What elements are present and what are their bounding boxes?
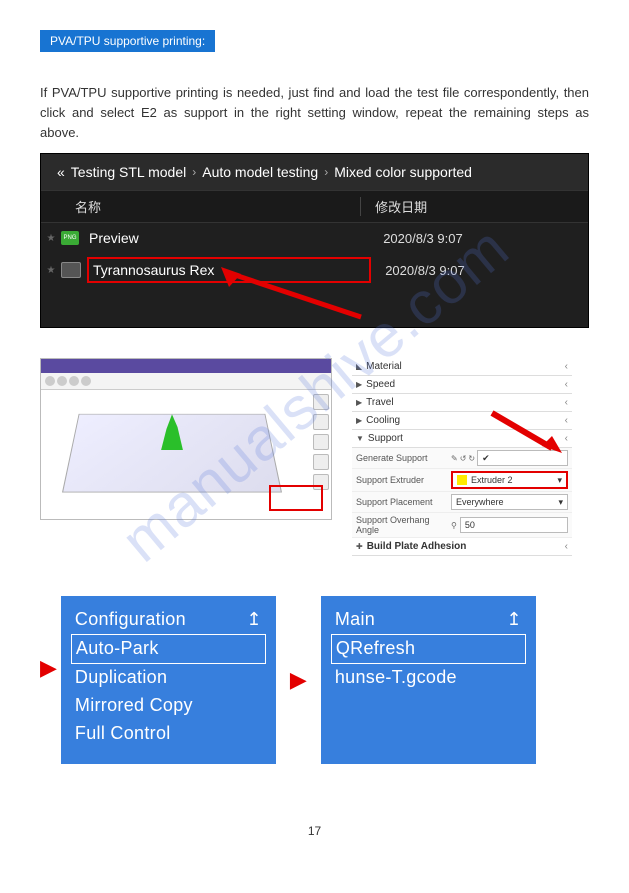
chevron-icon: › — [192, 165, 196, 179]
tool-button[interactable] — [45, 376, 55, 386]
menu-item-blank — [335, 692, 522, 720]
prop-label: Support Overhang Angle — [356, 515, 451, 535]
up-icon: ↥ — [247, 606, 262, 634]
overhang-angle-input[interactable]: 50 — [460, 517, 568, 533]
section-adhesion[interactable]: ✚Build Plate Adhesion‹ — [352, 538, 572, 556]
section-title: PVA/TPU supportive printing: — [40, 30, 215, 52]
menu-header[interactable]: Configuration ↥ — [75, 606, 262, 634]
prop-support-extruder: Support Extruder Extruder 2▾ — [352, 469, 572, 492]
printer-menu-left[interactable]: Configuration ↥ Auto-Park Duplication Mi… — [61, 596, 276, 763]
breadcrumb[interactable]: « Testing STL model › Auto model testing… — [41, 154, 588, 190]
printer-menu-right[interactable]: Main ↥ QRefresh hunse-T.gcode — [321, 596, 536, 763]
breadcrumb-part-2[interactable]: Mixed color supported — [334, 164, 472, 180]
column-date[interactable]: 修改日期 — [361, 197, 588, 216]
support-placement-select[interactable]: Everywhere▾ — [451, 494, 568, 510]
tool-button[interactable] — [57, 376, 67, 386]
slicer-side-tools — [313, 394, 327, 490]
slicer-settings-panel: ◣Material‹ ▶Speed‹ ▶Travel‹ ▶Cooling‹ ▼S… — [352, 358, 572, 556]
menu-header[interactable]: Main ↥ — [335, 606, 522, 634]
side-tool-button[interactable] — [313, 454, 329, 470]
column-name[interactable]: 名称 — [41, 197, 361, 216]
tool-button[interactable] — [69, 376, 79, 386]
section-material[interactable]: ◣Material‹ — [352, 358, 572, 376]
link-icon[interactable]: ⚲ — [451, 521, 457, 530]
section-speed[interactable]: ▶Speed‹ — [352, 376, 572, 394]
highlight-box — [269, 485, 323, 511]
color-swatch-icon — [457, 475, 467, 485]
slicer-toolbar[interactable] — [41, 373, 331, 390]
file-name[interactable]: Preview — [85, 227, 369, 249]
side-tool-button[interactable] — [313, 414, 329, 430]
file-browser: « Testing STL model › Auto model testing… — [40, 153, 589, 328]
page-number: 17 — [40, 824, 589, 838]
menu-item-auto-park[interactable]: Auto-Park — [71, 634, 266, 664]
png-icon: PNG — [61, 231, 79, 245]
menu-item-gcode[interactable]: hunse-T.gcode — [335, 664, 522, 692]
prop-support-overhang: Support Overhang Angle ⚲ 50 — [352, 513, 572, 538]
intro-paragraph: If PVA/TPU supportive printing is needed… — [40, 83, 589, 143]
menu-item-full-control[interactable]: Full Control — [75, 720, 262, 748]
up-icon: ↥ — [506, 606, 521, 634]
window-titlebar — [41, 359, 331, 373]
breadcrumb-part-1[interactable]: Auto model testing — [202, 164, 318, 180]
breadcrumb-part-0[interactable]: Testing STL model — [71, 164, 186, 180]
side-tool-button[interactable] — [313, 394, 329, 410]
menu-item-mirrored-copy[interactable]: Mirrored Copy — [75, 692, 262, 720]
file-date: 2020/8/3 9:07 — [371, 263, 465, 278]
slicer-viewport[interactable] — [40, 358, 332, 520]
pin-icon: ★ — [41, 233, 61, 244]
printer-menu-row: ▶ Configuration ↥ Auto-Park Duplication … — [40, 596, 589, 763]
prop-label: Support Placement — [356, 497, 451, 507]
file-date: 2020/8/3 9:07 — [369, 231, 463, 246]
prop-label: Support Extruder — [356, 475, 451, 485]
tool-button[interactable] — [81, 376, 91, 386]
prop-label: Generate Support — [356, 453, 451, 463]
chevron-icon: › — [324, 165, 328, 179]
menu-item-duplication[interactable]: Duplication — [75, 664, 262, 692]
file-column-headers: 名称 修改日期 — [41, 190, 588, 223]
callout-arrow — [41, 287, 588, 327]
pointer-icon: ▶ — [290, 667, 307, 693]
file-row[interactable]: ★ PNG Preview 2020/8/3 9:07 — [41, 223, 588, 253]
breadcrumb-prefix: « — [57, 164, 65, 180]
side-tool-button[interactable] — [313, 434, 329, 450]
prop-action-icons[interactable]: ✎↺↻ — [451, 454, 475, 463]
pointer-icon: ▶ — [40, 655, 57, 681]
pin-icon: ★ — [41, 265, 61, 276]
file-icon — [61, 262, 81, 278]
menu-item-blank — [335, 720, 522, 748]
prop-support-placement: Support Placement Everywhere▾ — [352, 492, 572, 513]
menu-item-qrefresh[interactable]: QRefresh — [331, 634, 526, 664]
support-extruder-select[interactable]: Extruder 2▾ — [451, 471, 568, 489]
